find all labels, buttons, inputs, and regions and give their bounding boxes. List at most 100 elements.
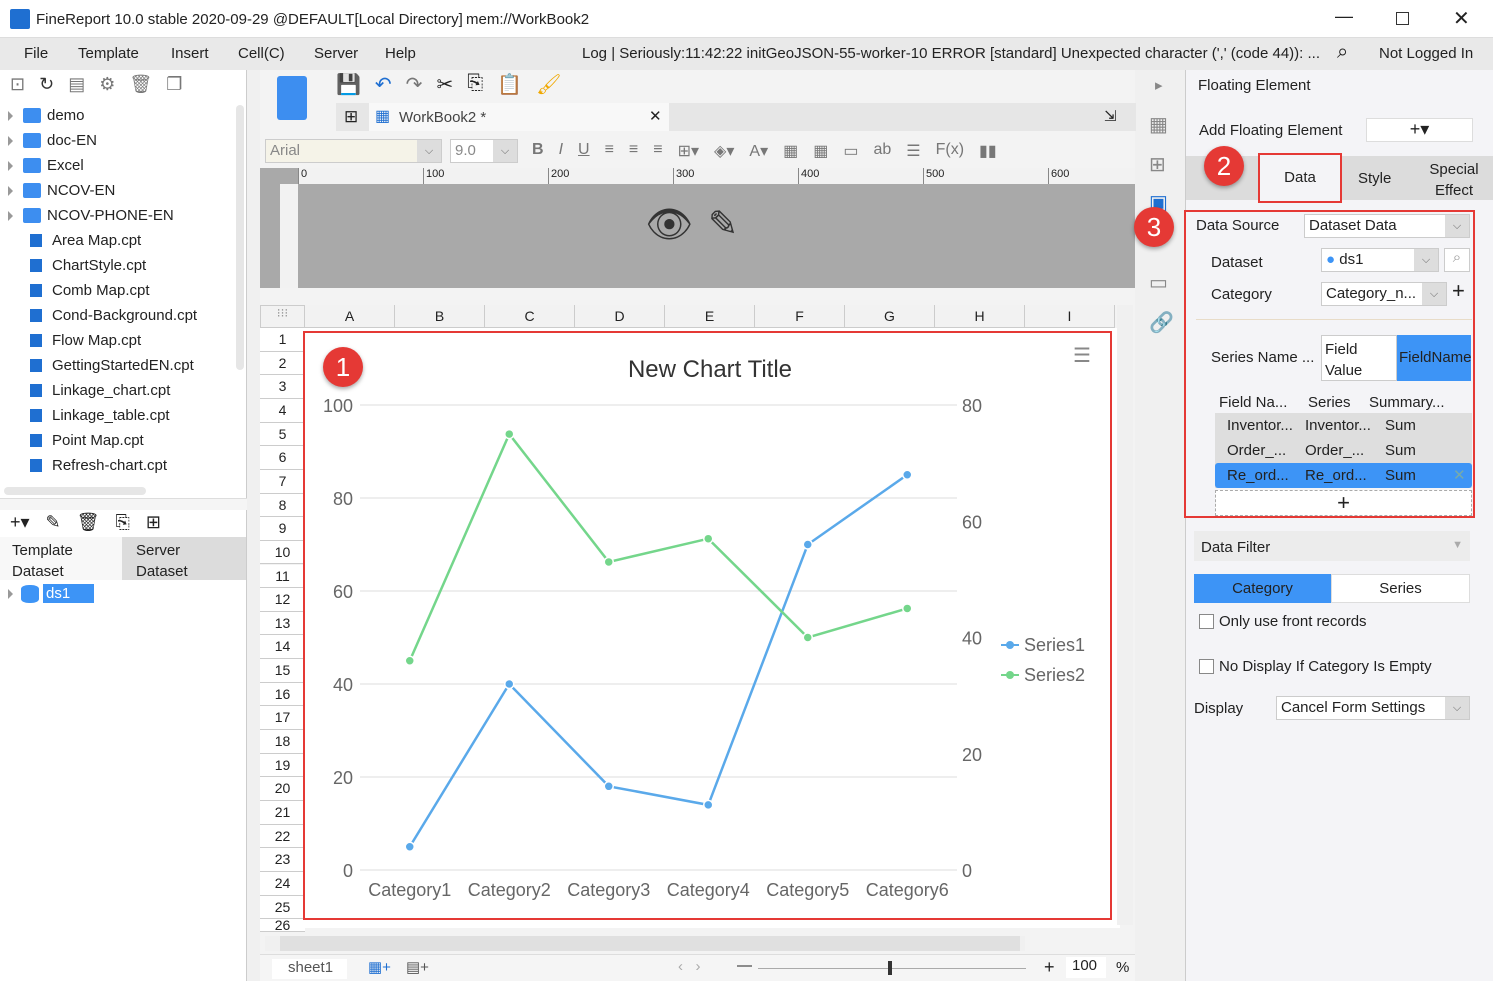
save-icon[interactable]: 💾: [336, 72, 361, 97]
cell-attr-icon[interactable]: ▦: [1149, 112, 1168, 137]
legend-item[interactable]: Series2: [1024, 665, 1085, 685]
cut-icon[interactable]: ✂: [436, 72, 453, 97]
row-header[interactable]: 24: [260, 871, 305, 896]
dataset-item[interactable]: ds1: [8, 584, 95, 603]
menu-template[interactable]: Template: [78, 45, 139, 62]
row-header[interactable]: 9: [260, 517, 305, 541]
search-icon[interactable]: ⌕: [1337, 41, 1348, 64]
expand-icon[interactable]: [8, 210, 13, 221]
close-tab-icon[interactable]: ✕: [649, 107, 662, 125]
add-dataset-icon[interactable]: +▾: [10, 512, 30, 533]
formula-icon[interactable]: F(x): [936, 141, 964, 161]
data-point[interactable]: [504, 678, 515, 690]
delete-icon[interactable]: 🗑: [77, 512, 100, 533]
expand-icon[interactable]: [8, 160, 13, 171]
refresh-icon[interactable]: ↻: [39, 74, 54, 95]
hyperlink-icon[interactable]: 🔗: [1149, 310, 1174, 335]
underline-icon[interactable]: U: [578, 141, 590, 161]
row-header[interactable]: 11: [260, 564, 305, 589]
data-point[interactable]: [404, 655, 415, 666]
panel-splitter[interactable]: [0, 498, 247, 510]
field-row[interactable]: Re_ord... Re_ord... Sum ✕: [1215, 463, 1472, 488]
add-form-sheet-icon[interactable]: ▤+: [406, 958, 429, 976]
new-folder-icon[interactable]: ⊡: [10, 74, 25, 95]
tree-file[interactable]: Cond-Background.cpt: [8, 303, 197, 328]
bold-icon[interactable]: B: [532, 141, 544, 161]
preview-icon[interactable]: [277, 76, 307, 120]
align-right-icon[interactable]: ≡: [653, 141, 662, 161]
italic-icon[interactable]: I: [559, 141, 563, 161]
add-floating-button[interactable]: +▾: [1366, 118, 1473, 142]
row-header[interactable]: 7: [260, 469, 305, 494]
wrap-icon[interactable]: ☰: [906, 141, 920, 161]
column-header[interactable]: F: [755, 305, 845, 328]
font-size-select[interactable]: 9.0 ⌵: [450, 139, 518, 163]
row-header[interactable]: 14: [260, 635, 305, 660]
paste-icon[interactable]: 📋: [497, 72, 522, 97]
tree-file[interactable]: Refresh-chart.cpt: [8, 453, 167, 478]
row-header[interactable]: 10: [260, 540, 305, 565]
tree-folder[interactable]: Excel: [8, 153, 84, 178]
font-select[interactable]: Arial ⌵: [265, 139, 442, 163]
expand-icon[interactable]: [8, 185, 13, 196]
close-button[interactable]: ✕: [1453, 6, 1470, 31]
zoom-slider-handle[interactable]: [888, 961, 892, 975]
add-category-icon[interactable]: +: [1452, 278, 1465, 304]
expand-icon[interactable]: [8, 588, 13, 599]
row-header[interactable]: 6: [260, 446, 305, 470]
menu-insert[interactable]: Insert: [171, 45, 209, 62]
widget-icon[interactable]: ▭: [1149, 270, 1168, 295]
data-point[interactable]: [603, 556, 614, 568]
column-header[interactable]: D: [575, 305, 665, 328]
prev-sheet-icon[interactable]: ‹ ›: [678, 958, 701, 975]
menu-cell[interactable]: Cell(C): [238, 45, 285, 62]
hide-eye-icon[interactable]: 👁: [645, 203, 693, 247]
tree-file[interactable]: Comb Map.cpt: [8, 278, 150, 303]
tree-folder[interactable]: doc-EN: [8, 128, 97, 153]
select-all-corner[interactable]: ⁝⁝⁝: [260, 305, 305, 328]
checkbox[interactable]: [1199, 659, 1214, 674]
sheet-tab[interactable]: sheet1: [272, 959, 347, 979]
tree-folder[interactable]: NCOV-PHONE-EN: [8, 203, 174, 228]
data-point[interactable]: [504, 428, 515, 440]
tree-file[interactable]: Area Map.cpt: [8, 228, 141, 253]
redo-icon[interactable]: ↷: [406, 72, 423, 97]
tree-file[interactable]: Point Map.cpt: [8, 428, 144, 453]
undo-icon[interactable]: ↶: [375, 72, 392, 97]
row-header[interactable]: 2: [260, 351, 305, 376]
text-icon[interactable]: ab: [873, 141, 891, 161]
data-point[interactable]: [802, 539, 813, 550]
row-header[interactable]: 22: [260, 824, 305, 849]
category-select[interactable]: Category_n... ⌵: [1321, 282, 1447, 306]
tree-file[interactable]: Linkage_chart.cpt: [8, 378, 170, 403]
data-point[interactable]: [404, 841, 415, 852]
border-icon[interactable]: ⊞▾: [678, 141, 699, 161]
row-header[interactable]: 1: [260, 328, 305, 352]
field-row[interactable]: Inventor... Inventor... Sum: [1215, 413, 1472, 438]
new-workbook-icon[interactable]: ⊞: [344, 107, 358, 127]
tree-hscrollbar[interactable]: [4, 487, 146, 495]
edit-pencil-icon[interactable]: ✎: [708, 203, 738, 245]
column-header[interactable]: H: [935, 305, 1025, 328]
tab-style[interactable]: Style: [1358, 170, 1391, 187]
option-front-records[interactable]: Only use front records: [1199, 613, 1367, 630]
row-header[interactable]: 13: [260, 611, 305, 636]
row-header[interactable]: 5: [260, 422, 305, 447]
align-left-icon[interactable]: ≡: [605, 141, 614, 161]
row-header[interactable]: 3: [260, 375, 305, 399]
zoom-in-button[interactable]: +: [1044, 957, 1055, 978]
align-center-icon[interactable]: ≡: [629, 141, 638, 161]
row-header[interactable]: 12: [260, 588, 305, 612]
minimize-button[interactable]: —: [1335, 6, 1353, 27]
row-header[interactable]: 4: [260, 398, 305, 423]
tree-file[interactable]: Flow Map.cpt: [8, 328, 141, 353]
row-header[interactable]: 25: [260, 895, 305, 920]
preview-icon[interactable]: ⎘: [116, 512, 130, 533]
data-point[interactable]: [902, 469, 913, 480]
tree-scrollbar[interactable]: [236, 105, 244, 370]
checkbox[interactable]: [1199, 614, 1214, 629]
tree-folder[interactable]: NCOV-EN: [8, 178, 115, 203]
split-icon[interactable]: ▦: [813, 141, 828, 161]
fill-color-icon[interactable]: ◈▾: [714, 141, 734, 161]
cell-element-icon[interactable]: ⊞: [1149, 152, 1166, 177]
